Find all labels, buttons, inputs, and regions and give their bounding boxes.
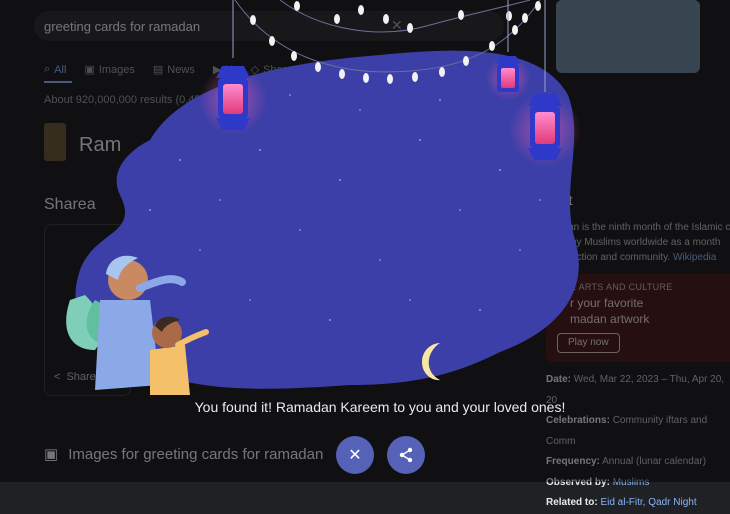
fact-related-to: Related to: Eid al-Fitr, Qadr Night [546,497,697,508]
share-doodle-button[interactable] [387,436,425,474]
close-icon: ✕ [348,447,362,464]
doodle-message: You found it! Ramadan Kareem to you and … [194,399,566,415]
close-button[interactable]: ✕ [336,436,374,474]
lantern-left [199,0,267,134]
share-icon [399,447,413,463]
